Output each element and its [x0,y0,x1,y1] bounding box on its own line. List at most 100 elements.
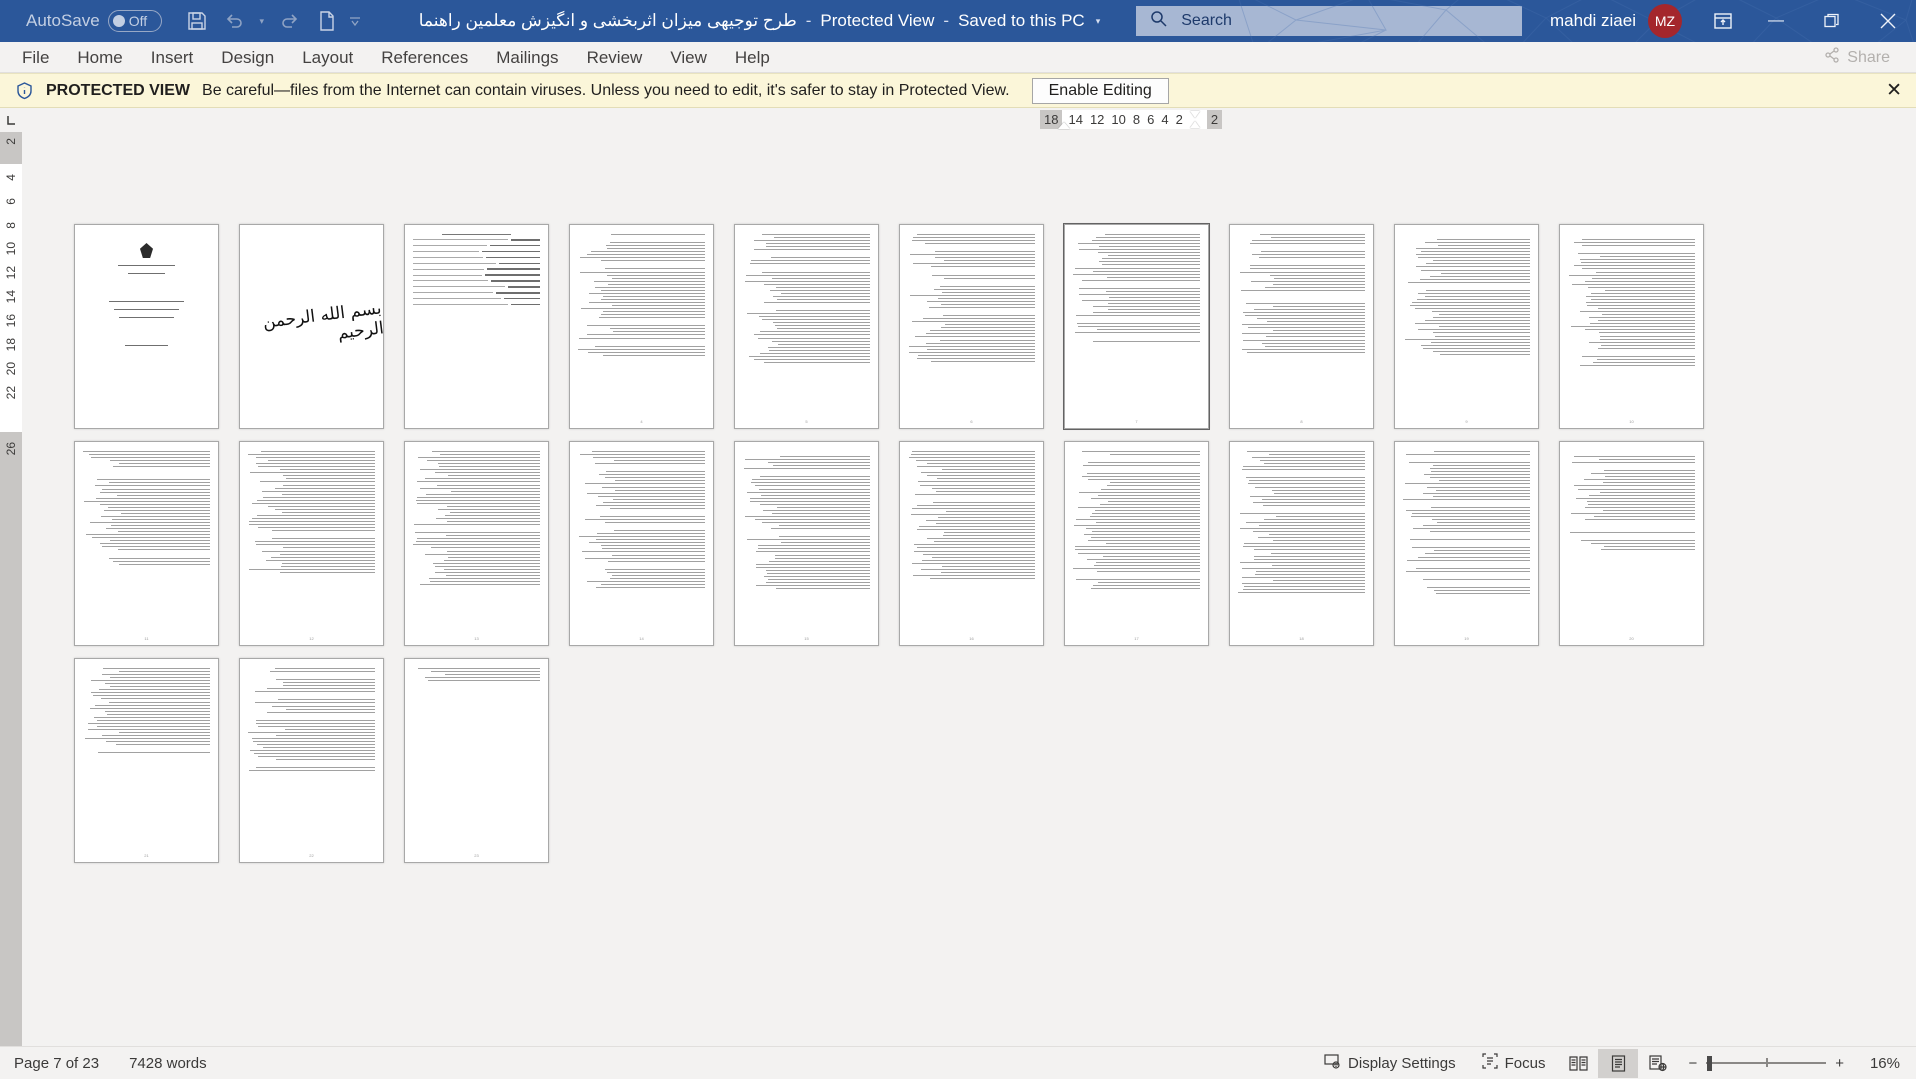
new-file-icon[interactable] [310,4,344,38]
page-thumbnail[interactable]: 11 [74,441,219,646]
zoom-out-button[interactable]: − [1688,1055,1697,1072]
tab-references[interactable]: References [367,42,482,73]
text-line [1605,476,1695,478]
zoom-in-button[interactable]: + [1835,1055,1844,1072]
tab-layout[interactable]: Layout [288,42,367,73]
text-line [446,535,540,537]
zoom-control[interactable]: − + [1688,1055,1844,1072]
tab-file[interactable]: File [8,42,63,73]
text-line [1595,271,1695,273]
text-line [746,491,870,493]
restore-button[interactable] [1804,0,1860,42]
tab-stop-selector[interactable] [0,108,22,132]
tab-design[interactable]: Design [207,42,288,73]
text-line [910,294,1035,296]
web-layout-icon[interactable] [1638,1049,1678,1078]
minimize-button[interactable]: — [1748,0,1804,42]
text-line [1095,522,1200,524]
tab-view[interactable]: View [656,42,721,73]
read-mode-icon[interactable] [1558,1049,1598,1078]
page-thumbnail[interactable]: 14 [569,441,714,646]
page-thumbnail[interactable] [74,224,219,429]
page-thumbnail[interactable]: 5 [734,224,879,429]
tab-review[interactable]: Review [573,42,657,73]
page-thumbnail[interactable]: 17 [1064,441,1209,646]
page-indicator[interactable]: Page 7 of 23 [14,1055,99,1072]
text-line [101,546,210,548]
text-line [773,465,870,467]
page-thumbnail[interactable]: بسم الله الرحمن الرحیم [239,224,384,429]
print-layout-icon[interactable] [1598,1048,1639,1078]
text-line [916,547,1035,549]
text-line [425,677,540,679]
page-thumbnail[interactable]: 16 [899,441,1044,646]
enable-editing-button[interactable]: Enable Editing [1031,77,1169,104]
document-canvas[interactable]: بسم الله الرحمن الرحیم 4 5 6 7 8 9 10 11 12 13 14 15… [22,132,1916,1046]
text-line [261,550,375,552]
avatar[interactable]: MZ [1648,4,1682,38]
tab-help[interactable]: Help [721,42,784,73]
customize-qat-icon[interactable] [347,4,363,38]
text-line [117,494,210,496]
page-thumbnail[interactable]: 4 [569,224,714,429]
page-footer: 10 [1629,419,1634,424]
page-thumbnail[interactable]: 6 [899,224,1044,429]
ribbon-display-options-icon[interactable] [1698,0,1748,42]
focus-button[interactable]: Focus [1469,1047,1559,1079]
share-button[interactable]: Share [1812,45,1902,70]
text-line [912,321,1035,323]
text-line [1440,272,1530,274]
page-thumbnail[interactable]: 13 [404,441,549,646]
word-count[interactable]: 7428 words [129,1055,207,1072]
text-line [95,704,210,706]
text-line [261,490,375,492]
tab-insert[interactable]: Insert [137,42,208,73]
page-thumbnail[interactable]: 18 [1229,441,1374,646]
autosave-toggle[interactable]: Off [107,10,162,32]
text-line [1091,512,1200,514]
text-line [1255,486,1365,488]
close-icon[interactable]: ✕ [1886,81,1902,100]
display-settings-button[interactable]: Display Settings [1311,1047,1469,1079]
text-line [759,352,870,354]
page-thumbnail[interactable]: 9 [1394,224,1539,429]
redo-icon[interactable] [273,4,307,38]
page-footer: 6 [970,419,973,424]
search-input[interactable]: Search [1136,6,1523,36]
chevron-down-icon[interactable]: ▾ [1096,16,1101,27]
tab-home[interactable]: Home [63,42,136,73]
vertical-ruler[interactable]: 2 4 6 8 10 12 14 16 18 20 22 26 [0,132,22,1046]
text-line [615,480,705,482]
text-line [1417,292,1530,294]
page-thumbnail[interactable]: 8 [1229,224,1374,429]
page-text-block [248,668,375,850]
page-thumbnail[interactable]: 7 [1063,223,1210,430]
user-name[interactable]: mahdi ziaei [1550,11,1636,31]
page-thumbnail[interactable]: 10 [1559,224,1704,429]
page-thumbnail[interactable]: 12 [239,441,384,646]
page-thumbnail[interactable]: 19 [1394,441,1539,646]
zoom-slider-handle[interactable] [1707,1056,1713,1071]
autosave-label: AutoSave [26,11,100,30]
first-line-indent-marker-icon[interactable] [1058,122,1070,129]
undo-icon[interactable] [217,4,251,38]
page-thumbnail[interactable]: 22 [239,658,384,863]
close-button[interactable] [1860,0,1916,42]
page-thumbnail[interactable]: 20 [1559,441,1704,646]
page-thumbnail[interactable]: 15 [734,441,879,646]
autosave-control[interactable]: AutoSave Off [26,10,162,32]
text-line [280,571,375,573]
tab-mailings[interactable]: Mailings [482,42,572,73]
document-title-group[interactable]: طرح توجیهی میزان اثربخشی و انگیزش معلمین… [419,11,1101,31]
indent-marker-icon[interactable] [1190,110,1201,129]
table-of-contents [413,234,540,416]
text-line [609,507,705,509]
horizontal-ruler[interactable]: 18 14 12 10 8 6 4 2 2 [1040,110,1223,129]
page-thumbnail[interactable] [404,224,549,429]
save-icon[interactable] [180,4,214,38]
zoom-slider[interactable] [1706,1055,1827,1071]
page-thumbnail[interactable]: 23 [404,658,549,863]
zoom-level-label[interactable]: 16% [1854,1055,1900,1072]
page-thumbnail[interactable]: 21 [74,658,219,863]
undo-dropdown-caret-icon[interactable]: ▾ [254,4,270,38]
